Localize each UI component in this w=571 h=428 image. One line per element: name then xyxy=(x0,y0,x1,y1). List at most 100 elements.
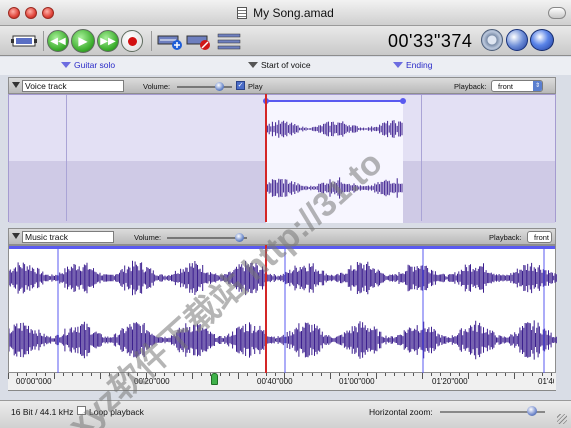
resize-grip-icon[interactable] xyxy=(557,414,567,424)
voice-play-checkbox[interactable]: ✓ xyxy=(236,81,245,90)
marker-start-of-voice[interactable]: Start of voice xyxy=(248,60,311,70)
window-title-area: My Song.amad xyxy=(0,6,571,20)
music-region-bar xyxy=(9,246,555,249)
ruler-tick xyxy=(514,373,515,379)
play-icon: ▶ xyxy=(78,34,88,48)
marker-line xyxy=(421,95,422,221)
ruler-label: 01'40"000 xyxy=(538,377,554,386)
ruler-tick xyxy=(311,373,313,376)
ruler-tick xyxy=(550,373,552,376)
toolbar: ◀◀ ▶ ▶▶ 00'33"374 xyxy=(0,26,571,56)
ruler-tick xyxy=(532,373,534,376)
playback-label: Playback: xyxy=(489,233,522,242)
ruler-tick xyxy=(17,373,19,376)
ruler-tick xyxy=(376,373,377,379)
music-track-name-field[interactable]: Music track xyxy=(22,231,114,243)
horizontal-zoom-thumb[interactable] xyxy=(527,406,537,416)
voice-track-header: Voice track Volume: ✓ Play Playback: fro… xyxy=(8,77,556,94)
voice-region-selection[interactable] xyxy=(263,98,406,223)
time-ruler[interactable]: 00'00"000 00'20"000 00'40"000 01'00"000 … xyxy=(8,373,556,391)
waveform-channel xyxy=(265,177,403,199)
ruler-tick xyxy=(8,373,9,379)
marker-flag-icon xyxy=(61,62,71,68)
document-icon xyxy=(237,7,248,19)
ruler-tick xyxy=(523,373,525,376)
voice-playback-value: front xyxy=(498,82,514,91)
ruler-tick xyxy=(182,373,184,376)
ruler-label: 00'00"000 xyxy=(16,377,52,386)
ruler-tick xyxy=(320,373,322,376)
ruler-tick xyxy=(81,373,83,376)
rewind-button[interactable]: ◀◀ xyxy=(47,30,69,52)
ruler-tick xyxy=(284,373,285,379)
ruler-tick xyxy=(192,373,193,379)
timecode-display: 00'33"374 xyxy=(388,31,473,51)
ruler-tick xyxy=(228,373,230,376)
ruler-tick xyxy=(449,373,451,376)
music-waveform xyxy=(8,246,557,374)
playhead-pin-icon[interactable] xyxy=(211,373,218,385)
ruler-tick xyxy=(90,373,92,376)
ruler-tick xyxy=(201,373,203,376)
status-bar: 16 Bit / 44.1 kHz Loop playback Horizont… xyxy=(0,400,571,428)
ruler-tick xyxy=(403,373,405,376)
ruler-tick xyxy=(458,373,460,376)
playhead-music[interactable] xyxy=(265,245,267,373)
ruler-tick xyxy=(26,373,28,376)
music-playback-select[interactable]: front xyxy=(527,231,552,243)
toolbar-separator xyxy=(151,31,152,51)
window-title: My Song.amad xyxy=(253,6,334,20)
ruler-tick xyxy=(422,373,423,379)
waveform-channel xyxy=(8,260,557,296)
toolbar-toggle-button[interactable] xyxy=(548,7,566,19)
ruler-tick xyxy=(247,373,249,376)
record-button[interactable] xyxy=(121,30,143,52)
ruler-tick xyxy=(541,373,543,376)
loop-playback-checkbox[interactable] xyxy=(77,406,86,415)
blue-orb-icon[interactable] xyxy=(530,29,554,51)
marker-label: Start of voice xyxy=(261,60,311,70)
ruler-tick xyxy=(366,373,368,376)
ruler-tick xyxy=(477,373,479,376)
voice-track-name-field[interactable]: Voice track xyxy=(22,80,124,92)
playhead-voice[interactable] xyxy=(265,94,267,222)
disclosure-triangle-icon[interactable] xyxy=(12,233,20,239)
ruler-tick xyxy=(504,373,506,376)
marker-bar: Guitar solo Start of voice Ending xyxy=(0,57,571,75)
ruler-tick xyxy=(35,373,37,376)
voice-volume-thumb[interactable] xyxy=(215,82,224,91)
window-titlebar: My Song.amad xyxy=(0,0,571,26)
fast-forward-button[interactable]: ▶▶ xyxy=(97,30,119,52)
horizontal-zoom-label: Horizontal zoom: xyxy=(369,407,433,417)
fast-forward-icon: ▶▶ xyxy=(100,35,116,47)
clip-icon[interactable] xyxy=(10,30,38,52)
play-button[interactable]: ▶ xyxy=(71,29,95,53)
marker-guitar-solo[interactable]: Guitar solo xyxy=(61,60,115,70)
ruler-tick xyxy=(431,373,433,376)
disclosure-triangle-icon[interactable] xyxy=(12,82,20,88)
globe-icon[interactable] xyxy=(506,29,528,51)
marker-flag-icon xyxy=(248,62,258,68)
ruler-tick xyxy=(164,373,166,376)
voice-playback-select[interactable]: front ⇕ xyxy=(491,80,543,92)
gear-icon[interactable] xyxy=(481,29,503,51)
play-label: Play xyxy=(248,82,263,91)
ruler-tick xyxy=(127,373,129,376)
ruler-tick xyxy=(274,373,276,376)
marker-line xyxy=(66,95,67,221)
ruler-tick xyxy=(173,373,175,376)
ruler-tick xyxy=(118,373,120,376)
delete-track-icon[interactable] xyxy=(186,30,212,52)
ruler-tick xyxy=(495,373,497,376)
marker-flag-icon xyxy=(393,62,403,68)
add-track-icon[interactable] xyxy=(157,30,183,52)
music-volume-thumb[interactable] xyxy=(235,233,244,242)
marker-ending[interactable]: Ending xyxy=(393,60,432,70)
music-track-lane[interactable] xyxy=(8,245,557,374)
audio-format: 16 Bit / 44.1 kHz xyxy=(11,407,74,417)
ruler-tick xyxy=(265,373,267,376)
ruler-label: 00'40"000 xyxy=(257,377,293,386)
mixer-icon[interactable] xyxy=(217,30,243,52)
ruler-tick xyxy=(412,373,414,376)
voice-track-lane[interactable] xyxy=(8,94,556,223)
